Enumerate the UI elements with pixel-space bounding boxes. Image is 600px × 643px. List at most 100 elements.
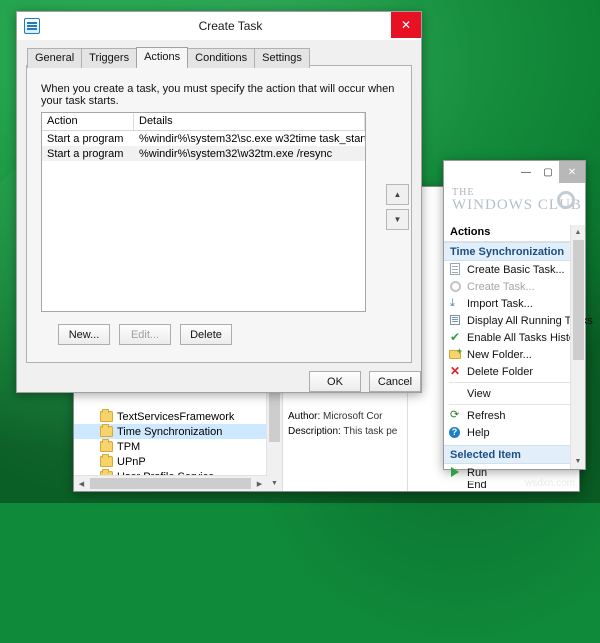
actions-list-header: Action Details [42,113,365,131]
new-button[interactable]: New... [58,324,110,345]
cancel-button[interactable]: Cancel [369,371,421,392]
actions-group-time-synchronization[interactable]: Time Synchronization ▲ [444,242,585,261]
action-run[interactable]: Run [444,464,585,481]
scroll-right-icon[interactable]: ▶ [252,476,267,491]
scroll-down-icon[interactable]: ▼ [267,476,282,491]
ok-button[interactable]: OK [309,371,361,392]
action-create-task[interactable]: Create Task... [444,278,585,295]
menu-separator [449,382,580,383]
action-enable-all-tasks-history[interactable]: ✔ Enable All Tasks History [444,329,585,346]
windows-club-logo: THE WINDOWS CLUB [444,185,585,225]
detail-author-label: Author: [288,411,321,422]
run-icon [449,466,462,479]
create-task-content: General Triggers Actions Conditions Sett… [17,40,421,392]
tree-item[interactable]: TextServicesFramework [74,409,267,424]
dialog-window-buttons: ✕ [391,12,421,40]
actions-group-selected-item[interactable]: Selected Item ▲ [444,445,585,464]
end-icon [449,481,462,489]
actions-pane-header: Actions [444,225,585,242]
tab-conditions[interactable]: Conditions [187,48,256,68]
folder-icon [100,424,113,437]
delete-button[interactable]: Delete [180,324,232,345]
action-end[interactable]: End [444,481,585,489]
tab-triggers[interactable]: Triggers [81,48,138,68]
scroll-left-icon[interactable]: ◀ [74,476,89,491]
table-row[interactable]: Start a program %windir%\system32\sc.exe… [42,131,365,146]
action-help[interactable]: ? Help [444,424,585,441]
scroll-up-icon[interactable]: ▲ [571,225,585,240]
create-task-titlebar: Create Task ✕ [17,12,421,40]
action-import-task[interactable]: ⤓ Import Task... [444,295,585,312]
actions-pane-scrollbar[interactable]: ▲ ▼ [570,225,585,469]
minimize-button[interactable]: — [515,161,537,183]
detail-author-value: Microsoft Cor [323,411,383,422]
action-label: Create Basic Task... [467,263,565,276]
cell-action: Start a program [47,132,124,145]
create-task-dialog[interactable]: Create Task ✕ General Triggers Actions C… [16,11,422,393]
action-label: Create Task... [467,280,535,293]
actions-pane-window-buttons: — ▢ ✕ [515,161,585,185]
create-task-icon [449,280,462,293]
move-up-button[interactable]: ▲ [386,184,409,205]
action-label: Enable All Tasks History [467,331,585,344]
tree-item-label: TextServicesFramework [117,410,235,423]
action-label: Refresh [467,409,506,422]
maximize-button[interactable]: ▢ [537,161,559,183]
action-view[interactable]: View ▶ [444,385,585,402]
tab-strip[interactable]: General Triggers Actions Conditions Sett… [27,47,310,68]
action-label: End [467,481,487,489]
move-down-button[interactable]: ▼ [386,209,409,230]
cell-details: %windir%\system32\w32tm.exe /resync [139,147,333,160]
close-button[interactable]: ✕ [559,161,585,183]
column-header-action[interactable]: Action [42,113,134,130]
detail-author: Author: Microsoft Cor [288,411,402,422]
tree-item-time-synchronization[interactable]: Time Synchronization [74,424,267,439]
actions-pane-window[interactable]: — ▢ ✕ THE WINDOWS CLUB Actions Time Sync… [443,160,593,489]
new-task-icon [449,263,462,276]
table-row[interactable]: Start a program %windir%\system32\w32tm.… [42,146,365,161]
help-icon: ? [449,426,462,439]
tree-item[interactable]: UPnP [74,454,267,469]
import-task-icon: ⤓ [450,297,455,309]
action-create-basic-task[interactable]: Create Basic Task... [444,261,585,278]
actions-tab-panel: When you create a task, you must specify… [26,65,412,363]
scrollbar-thumb-horizontal[interactable] [90,478,251,489]
gear-icon [557,191,575,209]
edit-button[interactable]: Edit... [119,324,171,345]
running-tasks-icon [449,314,462,327]
actions-list[interactable]: Action Details Start a program %windir%\… [41,112,366,312]
tree-horizontal-scrollbar[interactable]: ◀ ▶ [74,475,267,491]
cell-action: Start a program [47,147,124,160]
tab-settings[interactable]: Settings [254,48,310,68]
tree-item-label: UPnP [117,455,146,468]
close-button[interactable]: ✕ [391,12,421,38]
cell-details: %windir%\system32\sc.exe w32time task_st… [139,132,365,145]
dialog-title: Create Task [198,19,263,33]
column-header-details[interactable]: Details [134,113,365,130]
task-scheduler-icon [24,18,40,34]
actions-group-title: Time Synchronization [450,245,565,258]
tab-actions[interactable]: Actions [136,47,189,67]
action-delete-folder[interactable]: ✕ Delete Folder [444,363,585,380]
menu-separator [449,404,580,405]
tree-item[interactable]: TPM [74,439,267,454]
tree-item-label: Time Synchronization [117,425,223,438]
action-new-folder[interactable]: New Folder... [444,346,585,363]
scroll-down-icon[interactable]: ▼ [571,454,585,469]
new-folder-icon [449,347,462,361]
folder-icon [100,409,113,422]
action-display-all-running-tasks[interactable]: Display All Running Tasks [444,312,593,329]
folder-icon [100,439,113,452]
action-refresh[interactable]: ⟳ Refresh [444,407,585,424]
scrollbar-thumb[interactable] [573,240,584,360]
action-label: New Folder... [467,348,532,361]
refresh-icon: ⟳ [450,409,460,421]
tree-item-label: TPM [117,440,141,453]
action-label: Import Task... [467,297,533,310]
detail-description-value: This task pe [343,426,398,437]
tab-general[interactable]: General [27,48,83,68]
actions-pane-titlebar: — ▢ ✕ [444,161,585,185]
action-label: Help [467,426,490,439]
instruction-text: When you create a task, you must specify… [41,83,395,107]
actions-group-title: Selected Item [450,448,521,461]
